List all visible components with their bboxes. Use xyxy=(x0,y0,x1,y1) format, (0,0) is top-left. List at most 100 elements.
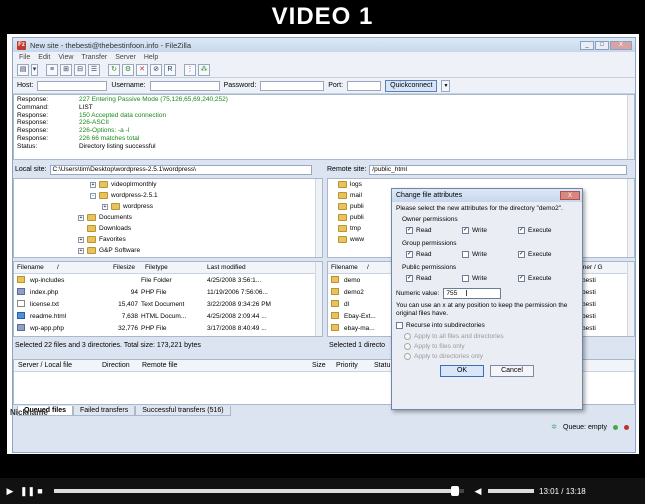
dropdown-icon[interactable]: ▾ xyxy=(31,63,38,76)
remote-list-scrollbar[interactable] xyxy=(627,262,634,336)
menu-view[interactable]: View xyxy=(58,54,73,61)
numeric-value-input[interactable]: 755 xyxy=(443,288,502,299)
queue-column-priority[interactable]: Priority xyxy=(332,362,370,369)
local-tree-scrollbar[interactable] xyxy=(315,179,322,257)
filter-icon[interactable]: ⋮ xyxy=(184,63,196,76)
menu-file[interactable]: File xyxy=(19,54,30,61)
column-filetype[interactable]: Filetype xyxy=(142,264,204,271)
owner-write-checkbox[interactable]: ✓ Write xyxy=(462,227,518,234)
public-execute-checkbox[interactable]: ✓ Execute xyxy=(518,275,574,282)
toggle-remote-tree-icon[interactable]: ⊟ xyxy=(74,63,86,76)
password-input[interactable] xyxy=(260,80,325,91)
reconnect-icon[interactable]: R xyxy=(164,63,176,76)
disconnect-icon[interactable]: ⊘ xyxy=(150,63,162,76)
tab-failed-transfers[interactable]: Failed transfers xyxy=(73,406,136,416)
group-read-checkbox[interactable]: ✓ Read xyxy=(406,251,462,258)
log-scrollbar[interactable] xyxy=(627,95,634,159)
tree-item[interactable]: - wordpress-2.5.1 xyxy=(18,190,322,201)
php-file-icon xyxy=(17,324,25,332)
seek-handle[interactable] xyxy=(450,486,459,496)
menu-transfer[interactable]: Transfer xyxy=(81,54,107,61)
volume-slider[interactable] xyxy=(488,489,534,493)
public-read-checkbox[interactable]: ✓ Read xyxy=(406,275,462,282)
file-row[interactable]: index.php 94 PHP File 11/19/2006 7:56:06... xyxy=(14,286,322,298)
column-last-modified[interactable]: Last modified xyxy=(204,264,304,271)
owner-read-checkbox[interactable]: ✓ Read xyxy=(406,227,462,234)
log-tag: Response: xyxy=(17,96,49,103)
file-row[interactable]: readme.html 7,638 HTML Docum... 4/25/2008 2… xyxy=(14,310,322,322)
local-status: Selected 22 files and 3 directories. Tot… xyxy=(15,342,201,349)
process-queue-icon[interactable]: ⚙ xyxy=(122,63,134,76)
tree-item[interactable]: + G&P Software xyxy=(18,245,322,256)
close-button[interactable]: X xyxy=(610,40,632,50)
port-input[interactable] xyxy=(347,80,382,91)
tree-item[interactable]: Downloads xyxy=(18,223,322,234)
log-message: 226-ASCII xyxy=(79,119,109,127)
dialog-titlebar: Change file attributes X xyxy=(392,189,582,202)
ok-button[interactable]: OK xyxy=(440,365,484,377)
remote-path-input[interactable]: /public_html xyxy=(369,164,628,175)
toggle-queue-icon[interactable]: ☰ xyxy=(88,63,100,76)
dialog-close-button[interactable]: X xyxy=(560,191,580,200)
tree-item[interactable]: + Favorites xyxy=(18,234,322,245)
cancel-icon[interactable]: ✕ xyxy=(136,63,148,76)
cancel-button[interactable]: Cancel xyxy=(490,365,534,377)
queue-column-remote-file[interactable]: Remote file xyxy=(138,362,308,369)
quickconnect-dropdown-icon[interactable]: ▼ xyxy=(441,79,451,92)
radio-apply-all[interactable]: Apply to all files and directories xyxy=(396,331,578,341)
column-filename[interactable]: Filename xyxy=(14,264,54,271)
folder-icon xyxy=(99,192,108,199)
password-label: Password: xyxy=(223,82,257,89)
refresh-icon[interactable]: ↻ xyxy=(108,63,120,76)
menu-server[interactable]: Server xyxy=(115,54,136,61)
maximize-button[interactable]: □ xyxy=(595,40,609,50)
tree-item[interactable]: + wordpress xyxy=(18,201,322,212)
toolbar: ▤ ▾ ≡ ⊞ ⊟ ☰ ↻ ⚙ ✕ ⊘ R ⋮ ⁂ xyxy=(13,62,635,78)
play-icon[interactable]: ▶ xyxy=(5,486,15,497)
compare-icon[interactable]: ⁂ xyxy=(198,63,210,76)
tree-item[interactable]: + Documents xyxy=(18,212,322,223)
public-permissions-group: Public permissions ✓ Read Write ✓ Execute xyxy=(398,263,578,284)
minimize-button[interactable]: _ xyxy=(580,40,594,50)
column-filename[interactable]: Filename xyxy=(328,264,364,271)
tab-successful-transfers[interactable]: Successful transfers (516) xyxy=(135,406,231,416)
local-path-input[interactable]: C:\Users\tim\Desktop\wordpress-2.5.1\wor… xyxy=(49,164,312,175)
file-row[interactable]: wp-app.php 32,776 PHP File 3/17/2008 8:40:4… xyxy=(14,322,322,334)
log-tag: Response: xyxy=(17,134,49,142)
window-titlebar: Fz New site - thebesti@thebestinfoon.inf… xyxy=(13,38,635,52)
file-row[interactable]: wp-includes File Folder 4/25/2008 3:56:1..… xyxy=(14,274,322,286)
remote-status: Selected 1 directo xyxy=(329,342,386,349)
recurse-checkbox[interactable]: Recurse into subdirectories xyxy=(396,320,578,331)
pause-icon[interactable]: ❚❚ xyxy=(20,486,35,497)
public-write-checkbox[interactable]: Write xyxy=(462,275,518,282)
seek-bar[interactable] xyxy=(54,486,464,496)
folder-icon xyxy=(87,236,96,243)
toggle-local-tree-icon[interactable]: ⊞ xyxy=(60,63,72,76)
column-filesize[interactable]: Filesize xyxy=(110,264,142,271)
queue-column-direction[interactable]: Direction xyxy=(98,362,138,369)
host-input[interactable] xyxy=(37,80,108,91)
stop-icon[interactable]: ■ xyxy=(35,486,45,496)
numeric-value-label: Numeric value: xyxy=(396,290,440,297)
menu-help[interactable]: Help xyxy=(144,54,158,61)
group-write-checkbox[interactable]: Write xyxy=(462,251,518,258)
toggle-log-icon[interactable]: ≡ xyxy=(46,63,58,76)
site-manager-icon[interactable]: ▤ xyxy=(17,63,29,76)
status-bar: ✲ Queue: empty xyxy=(13,420,635,434)
queue-column-size[interactable]: Size xyxy=(308,362,332,369)
local-list-scrollbar[interactable] xyxy=(315,262,322,336)
radio-apply-files[interactable]: Apply to files only xyxy=(396,341,578,351)
menu-edit[interactable]: Edit xyxy=(38,54,50,61)
radio-apply-directories[interactable]: Apply to directories only xyxy=(396,351,578,361)
file-row[interactable]: license.txt 15,407 Text Document 3/22/2008 … xyxy=(14,298,322,310)
remote-tree-scrollbar[interactable] xyxy=(627,179,634,257)
username-input[interactable] xyxy=(149,80,220,91)
folder-icon xyxy=(331,300,339,308)
volume-icon[interactable]: ◀ xyxy=(473,486,483,497)
owner-execute-checkbox[interactable]: ✓ Execute xyxy=(518,227,574,234)
tree-item[interactable]: + videoplrmonthly xyxy=(18,179,322,190)
quickconnect-button[interactable]: Quickconnect xyxy=(385,79,438,92)
group-permissions-group: Group permissions ✓ Read Write ✓ Execute xyxy=(398,239,578,260)
queue-column-server[interactable]: Server / Local file xyxy=(14,362,98,369)
group-execute-checkbox[interactable]: ✓ Execute xyxy=(518,251,574,258)
